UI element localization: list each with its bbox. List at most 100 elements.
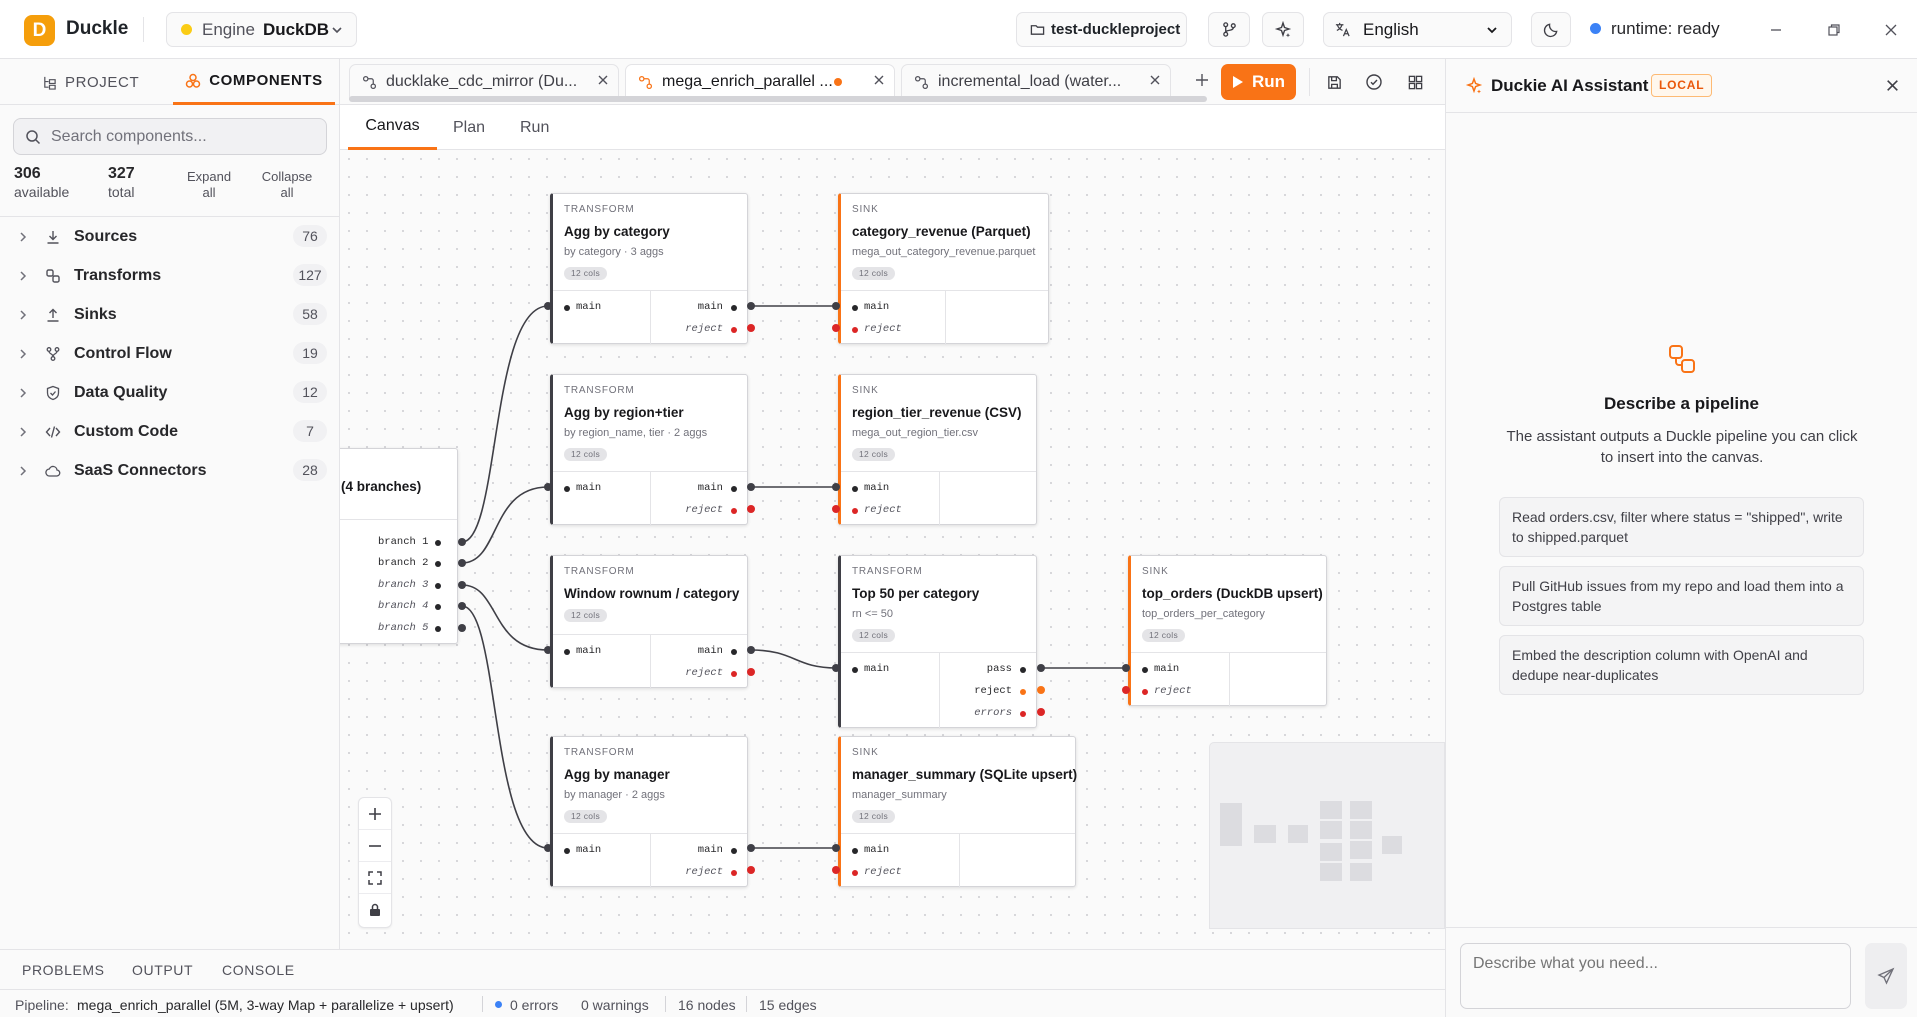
input-handle[interactable] xyxy=(832,483,840,491)
input-handle[interactable] xyxy=(1122,686,1130,694)
theme-toggle-button[interactable] xyxy=(1531,12,1571,47)
expand-all-button[interactable]: Expand all xyxy=(181,169,237,201)
warning-count[interactable]: 0 warnings xyxy=(581,997,649,1013)
fit-view-button[interactable] xyxy=(359,862,391,894)
output-handle[interactable] xyxy=(747,844,755,852)
node-category-revenue-sink[interactable]: SINK category_revenue (Parquet) mega_out… xyxy=(838,193,1049,345)
output-handle[interactable] xyxy=(747,302,755,310)
lock-button[interactable] xyxy=(359,894,391,926)
suggestion-chip[interactable]: Embed the description column with OpenAI… xyxy=(1499,635,1864,695)
node-top-50-per-category[interactable]: TRANSFORM Top 50 per category rn <= 50 1… xyxy=(838,555,1037,729)
output-handle[interactable] xyxy=(458,559,466,567)
project-button[interactable]: test-duckleproject xyxy=(1016,12,1187,47)
language-selector[interactable]: English xyxy=(1323,12,1512,47)
error-handle[interactable] xyxy=(1037,708,1045,716)
input-handle[interactable] xyxy=(832,324,840,332)
output-handle[interactable] xyxy=(458,624,466,632)
node-agg-by-region-tier[interactable]: TRANSFORM Agg by region+tier by region_n… xyxy=(550,374,748,526)
collapse-all-button[interactable]: Collapse all xyxy=(256,169,318,201)
layout-button[interactable] xyxy=(1401,68,1429,96)
run-label: Run xyxy=(1251,72,1286,91)
tab-components[interactable]: COMPONENTS xyxy=(173,59,335,105)
assistant-input[interactable] xyxy=(1460,943,1851,1009)
output-handle[interactable] xyxy=(458,602,466,610)
input-handle[interactable] xyxy=(544,483,552,491)
close-tab-icon[interactable] xyxy=(1148,73,1162,87)
save-button[interactable] xyxy=(1320,68,1348,96)
pipeline-canvas[interactable]: (4 branches) branch 1 branch 2 branch 3 … xyxy=(340,150,1445,949)
minimap[interactable] xyxy=(1209,742,1445,929)
tab-run[interactable]: Run xyxy=(520,105,549,150)
suggestion-chip[interactable]: Read orders.csv, filter where status = "… xyxy=(1499,497,1864,557)
close-tab-icon[interactable] xyxy=(872,73,886,87)
reject-handle[interactable] xyxy=(747,866,755,874)
tab-project[interactable]: PROJECT xyxy=(42,59,139,105)
output-handle[interactable] xyxy=(747,646,755,654)
validate-button[interactable] xyxy=(1360,68,1388,96)
node-divider xyxy=(650,290,651,345)
parallelize-node[interactable]: (4 branches) branch 1 branch 2 branch 3 … xyxy=(340,448,458,644)
file-tab[interactable]: incremental_load (water... xyxy=(901,64,1171,100)
tab-plan[interactable]: Plan xyxy=(453,105,485,150)
node-manager-summary-sink[interactable]: SINK manager_summary (SQLite upsert) man… xyxy=(838,736,1077,888)
zoom-out-button[interactable] xyxy=(359,830,391,862)
input-handle[interactable] xyxy=(1122,664,1130,672)
reject-handle[interactable] xyxy=(747,668,755,676)
node-agg-by-manager[interactable]: TRANSFORM Agg by manager by manager · 2 … xyxy=(550,736,748,888)
file-tab-active[interactable]: mega_enrich_parallel ... xyxy=(625,64,895,100)
file-tab[interactable]: ducklake_cdc_mirror (Du... xyxy=(349,64,619,100)
close-window-button[interactable] xyxy=(1877,16,1905,44)
run-button[interactable]: Run xyxy=(1221,64,1296,100)
error-count[interactable]: 0 errors xyxy=(510,997,558,1013)
input-handle[interactable] xyxy=(832,302,840,310)
output-handle[interactable] xyxy=(1037,664,1045,672)
send-button[interactable] xyxy=(1865,943,1907,1009)
category-saas-connectors[interactable]: SaaS Connectors 28 xyxy=(0,451,339,490)
category-custom-code[interactable]: Custom Code 7 xyxy=(0,412,339,451)
node-window-rownum[interactable]: TRANSFORM Window rownum / category 12 co… xyxy=(550,555,748,689)
close-tab-icon[interactable] xyxy=(596,73,610,87)
new-tab-button[interactable] xyxy=(1194,72,1210,88)
category-sources[interactable]: Sources 76 xyxy=(0,217,339,256)
ai-sparkle-button[interactable] xyxy=(1262,12,1304,47)
reject-handle[interactable] xyxy=(747,324,755,332)
input-handle[interactable] xyxy=(832,505,840,513)
suggestion-chip[interactable]: Pull GitHub issues from my repo and load… xyxy=(1499,566,1864,626)
category-transforms[interactable]: Transforms 127 xyxy=(0,256,339,295)
tab-canvas[interactable]: Canvas xyxy=(348,105,437,150)
input-handle[interactable] xyxy=(832,866,840,874)
node-agg-by-category[interactable]: TRANSFORM Agg by category by category · … xyxy=(550,193,748,345)
tab-console[interactable]: CONSOLE xyxy=(222,962,295,978)
reject-handle[interactable] xyxy=(747,505,755,513)
output-handle[interactable] xyxy=(458,538,466,546)
node-top-orders-sink[interactable]: SINK top_orders (DuckDB upsert) top_orde… xyxy=(1128,555,1327,707)
input-handle[interactable] xyxy=(832,664,840,672)
output-handle[interactable] xyxy=(747,483,755,491)
close-panel-button[interactable] xyxy=(1885,78,1900,93)
zoom-in-button[interactable] xyxy=(359,798,391,830)
output-handle[interactable] xyxy=(458,581,466,589)
minimize-button[interactable] xyxy=(1762,16,1790,44)
category-sinks[interactable]: Sinks 58 xyxy=(0,295,339,334)
tab-problems[interactable]: PROBLEMS xyxy=(22,962,105,978)
category-data-quality[interactable]: Data Quality 12 xyxy=(0,373,339,412)
tab-scrollbar[interactable] xyxy=(349,96,1207,102)
reject-handle[interactable] xyxy=(1037,686,1045,694)
category-count: 7 xyxy=(293,420,327,442)
available-value: 306 xyxy=(14,165,41,182)
input-handle[interactable] xyxy=(544,844,552,852)
git-branch-button[interactable] xyxy=(1208,12,1250,47)
node-region-tier-revenue-sink[interactable]: SINK region_tier_revenue (CSV) mega_out_… xyxy=(838,374,1037,526)
input-handle[interactable] xyxy=(544,646,552,654)
port-dot xyxy=(1020,667,1026,673)
maximize-button[interactable] xyxy=(1820,16,1848,44)
node-cols-badge: 12 cols xyxy=(1142,629,1186,642)
input-handle[interactable] xyxy=(544,302,552,310)
search-input[interactable] xyxy=(51,127,311,146)
tab-output[interactable]: OUTPUT xyxy=(132,962,193,978)
divider xyxy=(143,17,144,42)
component-search[interactable] xyxy=(13,118,327,155)
engine-selector[interactable]: Engine DuckDB xyxy=(166,12,357,47)
input-handle[interactable] xyxy=(832,844,840,852)
category-control-flow[interactable]: Control Flow 19 xyxy=(0,334,339,373)
